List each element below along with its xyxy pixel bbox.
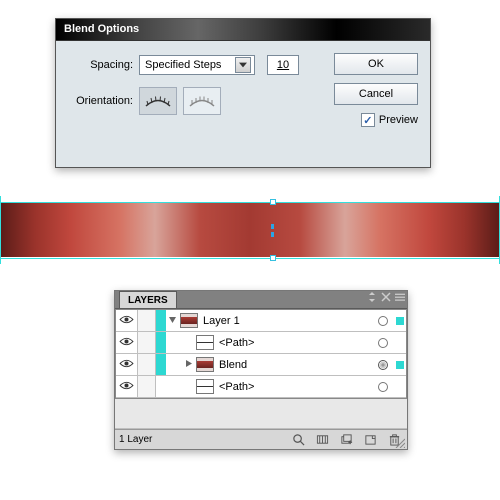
layer-name[interactable]: <Path>	[219, 381, 372, 393]
eye-icon	[119, 380, 134, 394]
layer-list: Layer 1 <Path> Blend <Path>	[115, 309, 407, 399]
new-sublayer-icon[interactable]	[340, 433, 353, 446]
layer-thumbnail	[196, 379, 214, 394]
panel-collapse-icon[interactable]	[367, 292, 377, 304]
blend-options-dialog: Blend Options Spacing: Specified Steps 1…	[55, 18, 431, 168]
layer-thumbnail	[180, 313, 198, 328]
lock-toggle[interactable]	[138, 376, 156, 397]
layer-thumbnail	[196, 335, 214, 350]
eye-icon	[119, 314, 134, 328]
selection-color-swatch	[156, 354, 166, 375]
visibility-toggle[interactable]	[116, 310, 138, 331]
lock-toggle[interactable]	[138, 354, 156, 375]
layer-row[interactable]: <Path>	[116, 376, 406, 398]
target-icon[interactable]	[372, 316, 394, 326]
make-clipping-mask-icon[interactable]	[316, 433, 329, 446]
guide-horizontal	[0, 258, 500, 259]
ribbon-artwork[interactable]	[0, 203, 500, 257]
orientation-label: Orientation:	[68, 95, 133, 107]
center-marker-icon	[271, 224, 274, 229]
target-icon[interactable]	[372, 382, 394, 392]
locate-object-icon[interactable]	[292, 433, 305, 446]
eye-icon	[119, 336, 134, 350]
orientation-horizontal-button[interactable]	[139, 87, 177, 115]
lock-toggle[interactable]	[138, 332, 156, 353]
panel-tabbar: LAYERS	[115, 291, 407, 309]
visibility-toggle[interactable]	[116, 332, 138, 353]
guide-vertical	[0, 196, 1, 264]
chevron-down-icon[interactable]	[235, 57, 251, 73]
new-layer-icon[interactable]	[364, 433, 377, 446]
layers-panel: LAYERS Layer 1 <Path> Blend <Path> 1 Layer	[114, 290, 408, 450]
close-icon[interactable]	[381, 292, 391, 304]
visibility-toggle[interactable]	[116, 376, 138, 397]
spacing-value: Specified Steps	[145, 59, 221, 71]
layer-thumbnail	[196, 357, 214, 372]
selection-color-swatch	[156, 332, 166, 353]
cancel-button[interactable]: Cancel	[334, 83, 418, 105]
lock-toggle[interactable]	[138, 310, 156, 331]
selection-handle-icon[interactable]	[270, 255, 276, 261]
selection-color-swatch	[156, 310, 166, 331]
selection-handle-icon[interactable]	[270, 199, 276, 205]
layer-name[interactable]: Blend	[219, 359, 372, 371]
layer-count-label: 1 Layer	[119, 434, 152, 445]
layer-row[interactable]: Layer 1	[116, 310, 406, 332]
steps-input[interactable]: 10	[267, 55, 299, 75]
layer-empty-area	[115, 399, 407, 429]
selection-indicator	[394, 317, 406, 325]
orientation-vertical-button[interactable]	[183, 87, 221, 115]
dialog-title: Blend Options	[56, 19, 430, 41]
spacing-select[interactable]: Specified Steps	[139, 55, 255, 75]
preview-checkbox[interactable]: ✓	[361, 113, 375, 127]
target-icon[interactable]	[372, 360, 394, 370]
disclosure-triangle-icon[interactable]	[184, 359, 194, 371]
selection-color-swatch	[156, 376, 166, 397]
layer-row[interactable]: Blend	[116, 354, 406, 376]
visibility-toggle[interactable]	[116, 354, 138, 375]
panel-menu-icon[interactable]	[395, 292, 405, 304]
ok-button[interactable]: OK	[334, 53, 418, 75]
layer-row[interactable]: <Path>	[116, 332, 406, 354]
spacing-label: Spacing:	[68, 59, 133, 71]
center-marker-icon	[271, 232, 274, 237]
disclosure-triangle-icon[interactable]	[168, 315, 178, 327]
layer-name[interactable]: Layer 1	[203, 315, 372, 327]
resize-grip-icon[interactable]	[393, 435, 405, 447]
canvas-area	[0, 196, 500, 264]
guide-horizontal	[0, 202, 500, 203]
panel-status-bar: 1 Layer	[115, 429, 407, 449]
preview-label: Preview	[379, 114, 418, 126]
eye-icon	[119, 358, 134, 372]
selection-indicator	[394, 361, 406, 369]
target-icon[interactable]	[372, 338, 394, 348]
layer-name[interactable]: <Path>	[219, 337, 372, 349]
tab-layers[interactable]: LAYERS	[119, 291, 177, 308]
